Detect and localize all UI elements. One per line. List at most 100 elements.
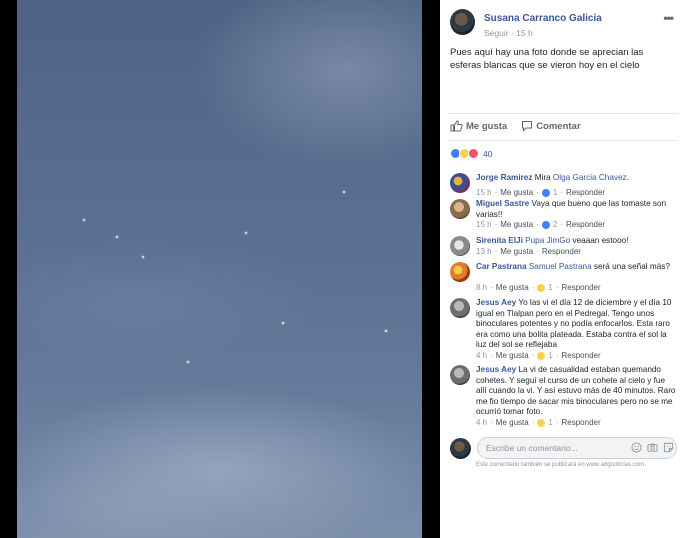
commenter-avatar[interactable] xyxy=(450,262,470,282)
comment-author[interactable]: Miguel Sastre xyxy=(476,199,529,208)
separator: · xyxy=(536,220,539,229)
comment-text: Jorge Ramirez Mira Olga Garcia Chavez. xyxy=(476,173,676,184)
comment-time[interactable]: 15 h xyxy=(476,220,492,229)
comment-reply-button[interactable]: Responder xyxy=(562,351,601,360)
comment-reply-button[interactable]: Responder xyxy=(562,418,601,427)
like-label: Me gusta xyxy=(466,120,508,132)
comment-author[interactable]: Car Pastrana xyxy=(476,262,527,271)
composer-icons xyxy=(631,442,674,453)
comment-author[interactable]: Jesus Aey xyxy=(476,298,516,307)
white-sphere xyxy=(142,256,144,258)
author-avatar[interactable] xyxy=(450,9,475,35)
commenter-avatar[interactable] xyxy=(450,365,470,385)
emoji-icon[interactable] xyxy=(631,442,642,453)
comment-time[interactable]: 13 h xyxy=(476,247,492,256)
comment-icon xyxy=(522,121,533,132)
comment-reaction-count[interactable]: 1 xyxy=(548,283,552,292)
follow-line: Seguir · 15 h xyxy=(484,28,533,38)
wow-reaction-icon xyxy=(537,351,546,360)
comment-like-button[interactable]: Me gusta xyxy=(500,247,533,256)
white-sphere xyxy=(187,361,189,363)
divider xyxy=(448,140,678,141)
reactions-count: 40 xyxy=(483,148,493,159)
comment-reaction-count[interactable]: 1 xyxy=(548,418,552,427)
white-sphere xyxy=(245,232,247,234)
comment-reply-button[interactable]: Responder xyxy=(562,283,601,292)
comment-text: Sirenita ElJi Pupa JimGo veaaan estooo! xyxy=(476,236,676,247)
comment-reply-button[interactable]: Responder xyxy=(566,220,605,229)
comment-mention[interactable]: Samuel Pastrana xyxy=(529,262,592,271)
camera-icon[interactable] xyxy=(647,442,658,453)
separator: · xyxy=(536,188,539,197)
post-sidebar: Susana Carranco Galicia Seguir · 15 h ••… xyxy=(440,0,682,538)
comment-mention[interactable]: Pupa JimGo xyxy=(525,236,570,245)
comment-time[interactable]: 4 h xyxy=(476,418,487,427)
post-text: Pues aquí hay una foto donde se aprecian… xyxy=(450,47,644,71)
more-horizontal-icon[interactable]: ••• xyxy=(663,11,674,25)
comment-reply-button[interactable]: Responder xyxy=(542,247,581,256)
separator: · xyxy=(531,418,535,427)
comment-time[interactable]: 8 h xyxy=(476,283,487,292)
comment-text: Car Pastrana Samuel Pastrana será una se… xyxy=(476,262,676,273)
comment-label: Comentar xyxy=(536,120,581,132)
white-sphere xyxy=(385,330,387,332)
separator: · xyxy=(555,283,559,292)
comment-reaction-count[interactable]: 1 xyxy=(553,188,557,197)
wow-reaction-icon xyxy=(537,418,546,427)
white-sphere xyxy=(282,322,284,324)
separator: · xyxy=(555,418,559,427)
comment-like-button[interactable]: Me gusta xyxy=(496,283,529,292)
comment-reaction-count[interactable]: 1 xyxy=(548,351,552,360)
comment-text: Jesus Aey La vi de casualidad estaban qu… xyxy=(476,365,676,418)
separator: · xyxy=(536,247,539,256)
commenter-avatar[interactable] xyxy=(450,298,470,318)
white-sphere xyxy=(116,236,118,238)
separator: · xyxy=(494,220,498,229)
thumbs-up-icon xyxy=(450,120,463,132)
white-sphere xyxy=(343,191,345,193)
comment-meta: 15 h · Me gusta · 1 · Responder xyxy=(476,188,605,197)
sky-photo[interactable] xyxy=(17,0,422,538)
comment-like-button[interactable]: Me gusta xyxy=(500,220,533,229)
author-name[interactable]: Susana Carranco Galicia xyxy=(484,13,602,24)
comment-time[interactable]: 15 h xyxy=(476,188,492,197)
commenter-avatar[interactable] xyxy=(450,199,470,219)
sticker-icon[interactable] xyxy=(663,442,674,453)
comment-composer xyxy=(450,437,680,461)
comment-like-button[interactable]: Me gusta xyxy=(496,418,529,427)
commenter-avatar[interactable] xyxy=(450,236,470,256)
comment-meta: 4 h · Me gusta · 1 · Responder xyxy=(476,351,601,360)
comment-mention[interactable]: Olga Garcia Chavez xyxy=(553,173,627,182)
comment-text: Miguel Sastre Vaya que bueno que las tom… xyxy=(476,199,676,220)
comment-author[interactable]: Jorge Ramirez xyxy=(476,173,532,182)
comment-like-button[interactable]: Me gusta xyxy=(500,188,533,197)
comment-text-body: . xyxy=(626,173,629,182)
comment-button[interactable]: Comentar xyxy=(521,119,581,133)
comment-text-prefix: Mira xyxy=(534,173,553,182)
reactions-summary[interactable]: 40 xyxy=(450,147,492,160)
comment-reaction-count[interactable]: 2 xyxy=(553,220,557,229)
comment-meta: 13 h · Me gusta · Responder xyxy=(476,247,581,256)
comment-meta: 4 h · Me gusta · 1 · Responder xyxy=(476,418,601,427)
photo-viewer xyxy=(0,0,440,538)
separator: · xyxy=(494,247,498,256)
separator: · xyxy=(531,283,535,292)
separator: · xyxy=(560,188,563,197)
divider xyxy=(448,113,678,114)
follow-button[interactable]: Seguir xyxy=(484,28,509,38)
commenter-avatar[interactable] xyxy=(450,173,470,193)
composer-note: Este comentario también se publicará en … xyxy=(476,462,646,468)
comment-meta: 15 h · Me gusta · 2 · Responder xyxy=(476,220,605,229)
separator: · xyxy=(560,220,563,229)
like-reaction-icon xyxy=(541,188,550,197)
like-button[interactable]: Me gusta xyxy=(450,119,507,133)
white-sphere xyxy=(83,219,85,221)
comment-like-button[interactable]: Me gusta xyxy=(496,351,529,360)
post-time[interactable]: 15 h xyxy=(516,28,533,38)
comment-text-body: será una señal más? xyxy=(591,262,670,271)
comment-time[interactable]: 4 h xyxy=(476,351,487,360)
comment-author[interactable]: Sirenita ElJi xyxy=(476,236,523,245)
comment-author[interactable]: Jesus Aey xyxy=(476,365,516,374)
like-reaction-icon xyxy=(541,220,550,229)
comment-reply-button[interactable]: Responder xyxy=(566,188,605,197)
